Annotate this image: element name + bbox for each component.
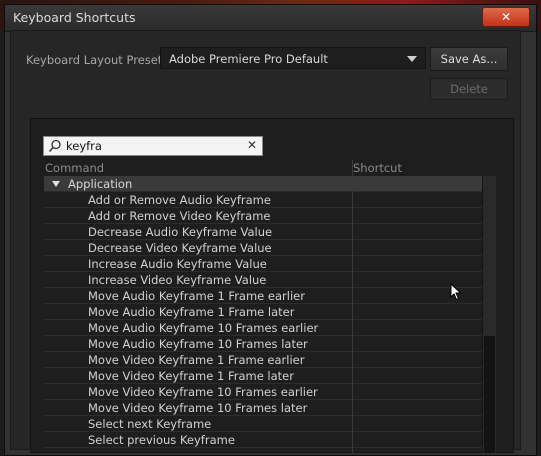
table-row[interactable]: Move Audio Keyframe 1 Frame earlier [44,288,482,304]
table-row[interactable]: Select next Keyframe [44,416,482,432]
command-label: Decrease Audio Keyframe Value [88,225,273,239]
command-label: Move Audio Keyframe 10 Frames later [88,337,308,351]
save-as-button[interactable]: Save As... [430,47,508,71]
table-row[interactable]: Increase Video Keyframe Value [44,272,482,288]
command-label: Select previous Keyframe [88,433,235,447]
command-label: Move Audio Keyframe 1 Frame later [88,305,295,319]
table-row[interactable]: Add or Remove Video Keyframe [44,208,482,224]
window-title: Keyboard Shortcuts [13,10,136,25]
command-label: Decrease Video Keyframe Value [88,241,272,255]
table-row[interactable]: Increase Audio Keyframe Value [44,256,482,272]
shortcut-cell[interactable] [352,240,482,255]
preset-label: Keyboard Layout Preset: [26,53,167,67]
command-label: Add or Remove Audio Keyframe [88,193,271,207]
title-bar[interactable]: Keyboard Shortcuts ✕ [5,5,536,32]
close-button[interactable]: ✕ [482,7,530,27]
table-row[interactable]: Move Video Keyframe 1 Frame later [44,368,482,384]
expand-triangle-icon[interactable] [52,181,60,187]
search-input[interactable] [66,138,236,154]
shortcut-cell[interactable] [352,320,482,335]
table-row[interactable]: Move Audio Keyframe 10 Frames earlier [44,320,482,336]
table-row[interactable]: Add or Remove Audio Keyframe [44,192,482,208]
command-label: Increase Audio Keyframe Value [88,257,267,271]
table-row[interactable]: Move Video Keyframe 10 Frames later [44,400,482,416]
shortcuts-list: Application Add or Remove Audio Keyframe… [44,176,482,453]
command-label: Move Audio Keyframe 10 Frames earlier [88,321,319,335]
chevron-down-icon [407,56,417,62]
shortcut-cell[interactable] [352,368,482,383]
shortcut-cell[interactable] [352,352,482,367]
table-row[interactable]: Move Audio Keyframe 10 Frames later [44,336,482,352]
command-label: Move Audio Keyframe 1 Frame earlier [88,289,305,303]
mouse-cursor-icon [450,283,462,301]
shortcut-cell[interactable] [352,224,482,239]
shortcut-cell[interactable] [352,256,482,271]
shortcut-cell[interactable] [352,176,482,191]
clear-search-icon[interactable]: ✕ [247,138,257,152]
shortcut-cell[interactable] [352,192,482,207]
column-header-shortcut[interactable]: Shortcut [353,161,402,175]
table-row[interactable]: Move Video Keyframe 10 Frames earlier [44,384,482,400]
shortcut-cell[interactable] [352,400,482,415]
preset-dropdown[interactable]: Adobe Premiere Pro Default [160,47,426,69]
shortcut-cell[interactable] [352,432,482,447]
shortcut-cell[interactable] [352,384,482,399]
preset-value: Adobe Premiere Pro Default [169,52,328,66]
command-label: Select next Keyframe [88,417,212,431]
search-icon [48,139,61,152]
command-label: Increase Video Keyframe Value [88,273,267,287]
command-label: Add or Remove Video Keyframe [88,209,271,223]
command-label: Move Video Keyframe 1 Frame earlier [88,353,305,367]
close-icon: ✕ [500,10,512,24]
shortcut-cell[interactable] [352,336,482,351]
shortcut-cell[interactable] [352,272,482,287]
search-box[interactable]: ✕ [43,136,263,156]
shortcut-cell[interactable] [352,416,482,431]
shortcut-cell[interactable] [352,304,482,319]
command-label: Move Video Keyframe 10 Frames later [88,401,308,415]
shortcut-cell[interactable] [352,208,482,223]
group-row-application[interactable]: Application [44,176,482,192]
table-row[interactable]: Move Video Keyframe 1 Frame earlier [44,352,482,368]
table-row[interactable]: Move Audio Keyframe 1 Frame later [44,304,482,320]
table-row[interactable]: Decrease Video Keyframe Value [44,240,482,256]
table-row[interactable]: Select previous Keyframe [44,432,482,448]
delete-button[interactable]: Delete [430,78,508,100]
command-label: Move Video Keyframe 10 Frames earlier [88,385,318,399]
group-label: Application [68,177,133,191]
table-row[interactable]: Decrease Audio Keyframe Value [44,224,482,240]
column-header-command[interactable]: Command [45,161,104,175]
vertical-scrollbar[interactable] [482,176,496,453]
scrollbar-thumb[interactable] [484,336,495,453]
column-divider[interactable] [352,160,353,453]
shortcut-cell[interactable] [352,288,482,303]
command-label: Move Video Keyframe 1 Frame later [88,369,294,383]
